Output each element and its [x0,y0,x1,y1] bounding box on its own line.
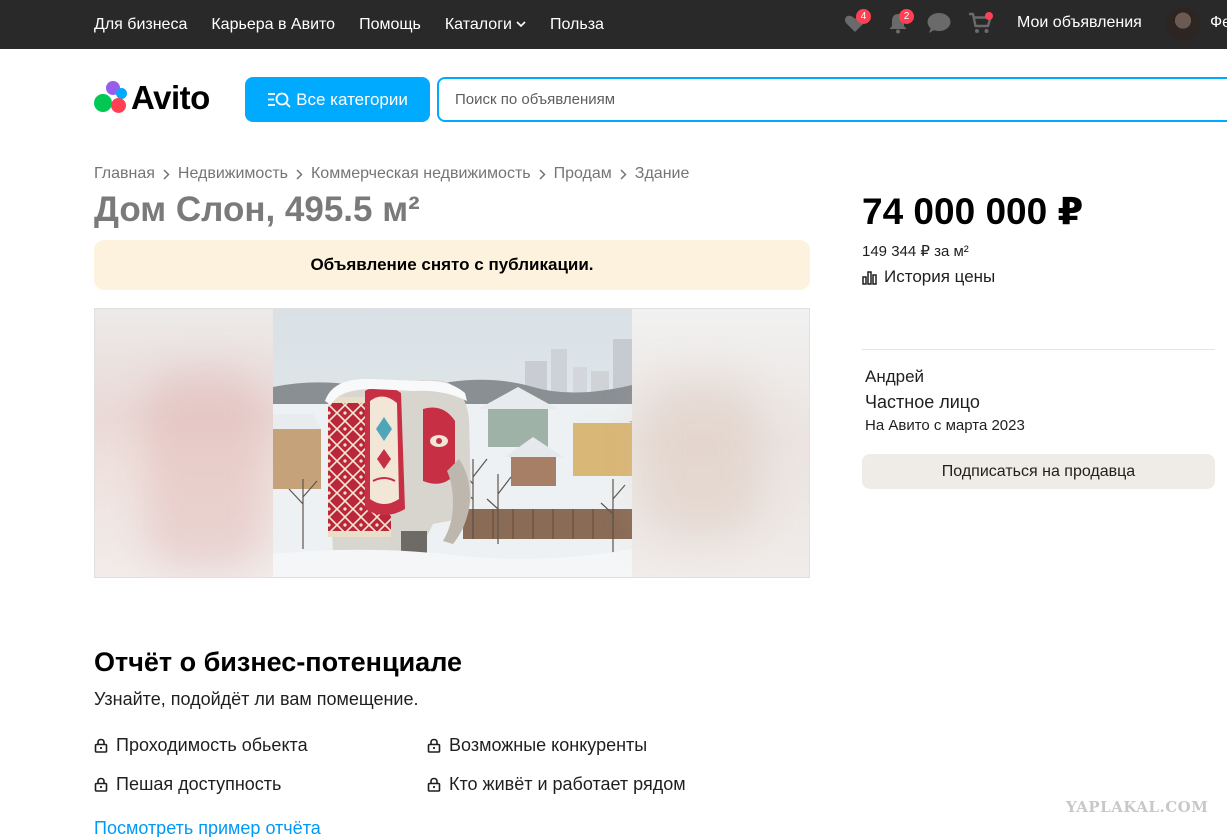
notifications-button[interactable]: 2 [886,9,914,37]
nav-link-catalogs-label: Каталоги [444,15,512,33]
avatar[interactable] [1166,7,1200,41]
feature-traffic: Проходимость обьекта [94,735,308,756]
feature-neighbors: Кто живёт и работает рядом [427,774,686,795]
top-nav: Для бизнеса Карьера в Авито Помощь Катал… [94,0,628,49]
search-list-icon [268,92,291,108]
seller-since: На Авито с марта 2023 [865,417,1025,434]
price-per-m2: 149 344 ₽ за м² [862,243,969,260]
chevron-right-icon [539,168,546,180]
feature-label: Кто живёт и работает рядом [449,774,686,794]
nav-link-career[interactable]: Карьера в Авито [211,16,335,34]
feature-label: Проходимость обьекта [116,735,308,755]
report-subtitle: Узнайте, подойдёт ли вам помещение. [94,689,419,709]
breadcrumb-commercial[interactable]: Коммерческая недвижимость [311,165,531,183]
listing-price: 74 000 000 ₽ [862,191,1084,232]
unpublished-notice: Объявление снято с публикации. [94,240,810,290]
my-ads-link[interactable]: Мои объявления [1017,14,1142,32]
all-categories-button[interactable]: Все категории [245,77,430,122]
nav-link-help[interactable]: Помощь [359,16,421,34]
feature-label: Возможные конкуренты [449,735,648,755]
subscribe-seller-button[interactable]: Подписаться на продавца [862,454,1215,489]
lock-icon [94,777,108,792]
user-name[interactable]: Фе [1210,14,1227,32]
notifications-badge: 2 [899,9,914,24]
feature-walkability: Пешая доступность [94,774,281,795]
photo-gallery[interactable] [94,308,810,578]
price-history-link[interactable]: История цены [862,267,995,287]
chat-icon [927,13,951,33]
divider [862,349,1215,350]
chevron-right-icon [163,168,170,180]
breadcrumb-building[interactable]: Здание [635,165,690,183]
lock-icon [94,738,108,753]
all-categories-label: Все категории [296,89,408,109]
sample-report-link[interactable]: Посмотреть пример отчёта [94,818,321,837]
lock-icon [427,738,441,753]
chevron-right-icon [296,168,303,180]
feature-label: Пешая доступность [116,774,282,794]
breadcrumb: Главная Недвижимость Коммерческая недвиж… [94,165,689,183]
report-title: Отчёт о бизнес-потенциале [94,647,463,677]
gallery-next-blur [632,309,809,577]
nav-link-catalogs[interactable]: Каталоги [445,16,526,34]
nav-link-business[interactable]: Для бизнеса [94,16,187,34]
watermark: YAPLAKAL.COM [1066,798,1209,816]
chevron-down-icon [516,21,526,28]
favorites-badge: 4 [856,9,871,24]
price-history-label: История цены [884,267,996,286]
favorites-button[interactable]: 4 [843,9,871,37]
logo-dots-icon [94,81,128,115]
nav-link-benefit[interactable]: Польза [550,16,604,34]
feature-competitors: Возможные конкуренты [427,735,647,756]
logo-text: Avito [131,79,210,116]
gallery-prev-blur [95,309,273,577]
messages-button[interactable] [926,11,952,37]
search-input[interactable] [437,77,1227,122]
chart-icon [862,270,877,285]
listing-photo[interactable] [273,309,632,578]
breadcrumb-home[interactable]: Главная [94,165,155,183]
avito-logo[interactable]: Avito [94,79,210,116]
lock-icon [427,777,441,792]
chevron-right-icon [620,168,627,180]
seller-name[interactable]: Андрей [865,367,924,387]
top-bar: Для бизнеса Карьера в Авито Помощь Катал… [0,0,1227,49]
cart-dot [985,12,993,20]
seller-type: Частное лицо [865,392,980,412]
breadcrumb-realty[interactable]: Недвижимость [178,165,288,183]
listing-title: Дом Слон, 495.5 м² [94,190,420,229]
cart-button[interactable] [967,11,993,37]
breadcrumb-sale[interactable]: Продам [554,165,612,183]
